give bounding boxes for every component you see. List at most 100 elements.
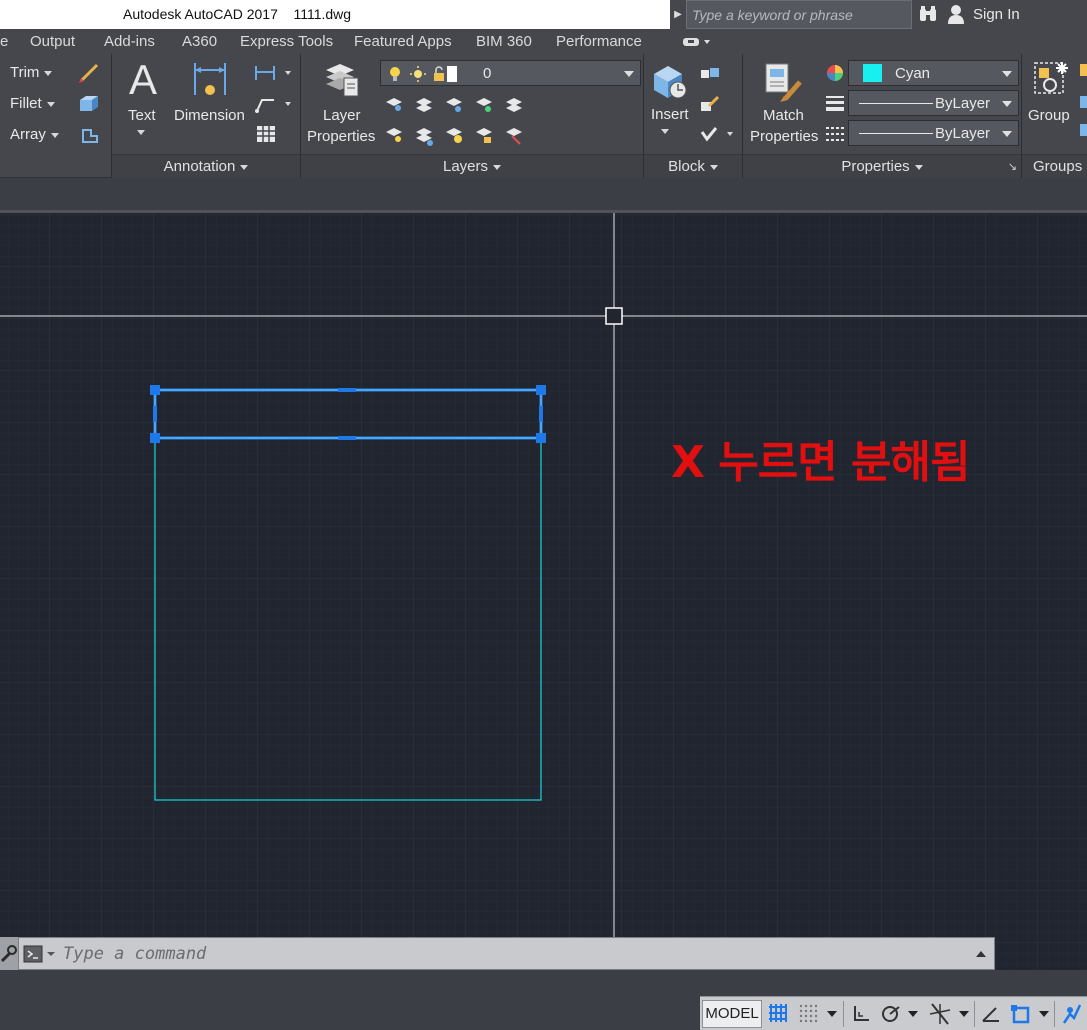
group-button[interactable]: Group	[1028, 107, 1070, 124]
tab-performance[interactable]: Performance	[556, 33, 642, 50]
grip-handle[interactable]	[536, 385, 546, 395]
fillet-button[interactable]: Fillet	[10, 95, 55, 112]
linetype-dropdown[interactable]: ByLayer	[848, 120, 1019, 146]
status-bar: MODEL	[0, 970, 1087, 1030]
tab-express-tools[interactable]: Express Tools	[240, 33, 333, 50]
file-tabs-strip	[0, 178, 1087, 210]
layer-dropdown[interactable]: 0	[380, 60, 641, 86]
annotation-panel-title[interactable]: Annotation	[112, 154, 300, 178]
command-input[interactable]	[63, 942, 943, 966]
command-line	[0, 937, 995, 970]
layer-properties-label-1[interactable]: Layer	[323, 107, 361, 124]
user-icon[interactable]	[947, 4, 965, 24]
tab-output[interactable]: Output	[30, 33, 75, 50]
group-icon[interactable]	[1032, 60, 1072, 100]
leader-icon[interactable]	[254, 92, 294, 114]
text-dropdown-caret[interactable]	[137, 130, 145, 135]
grip-handle[interactable]	[150, 433, 160, 443]
command-history-arrow-icon[interactable]	[976, 951, 986, 957]
customize-command-line-button[interactable]	[0, 937, 18, 970]
grip-handle[interactable]	[153, 406, 157, 422]
chevron-down-icon[interactable]	[958, 1010, 970, 1018]
trim-button[interactable]: Trim	[10, 64, 53, 81]
grip-handle[interactable]	[338, 388, 356, 392]
groups-panel-title[interactable]: Groups	[1022, 154, 1087, 178]
grip-handle[interactable]	[338, 436, 356, 440]
lineweight-dropdown[interactable]: ByLayer	[848, 90, 1019, 116]
lineweight-icon	[826, 96, 844, 111]
color-value: Cyan	[895, 65, 931, 82]
help-search-input[interactable]	[687, 1, 911, 28]
grid-display-icon[interactable]	[767, 1002, 789, 1024]
dimension-icon[interactable]	[192, 60, 228, 98]
ortho-mode-icon[interactable]	[850, 1002, 872, 1024]
insert-dropdown-caret[interactable]	[661, 129, 669, 134]
layer-properties-icon[interactable]	[322, 60, 362, 100]
block-panel-title[interactable]: Block	[644, 154, 742, 178]
grip-handle[interactable]	[150, 385, 160, 395]
stretch-icon[interactable]	[77, 124, 101, 146]
dimension-button[interactable]: Dimension	[174, 107, 245, 124]
array-button[interactable]: Array	[10, 126, 59, 143]
grip-handle[interactable]	[539, 406, 543, 422]
tab-add-ins[interactable]: Add-ins	[104, 33, 155, 50]
ribbon: Trim Fillet Array A Text Dimension Annot…	[0, 54, 1087, 178]
model-space[interactable]	[0, 213, 1087, 970]
dialog-launcher-icon[interactable]: ↘	[1008, 155, 1017, 179]
layer-properties-label-2[interactable]: Properties	[307, 128, 375, 145]
chevron-down-icon	[1002, 101, 1012, 107]
chevron-down-icon[interactable]	[826, 1010, 838, 1018]
status-separator	[843, 1001, 844, 1027]
text-icon[interactable]: A	[126, 60, 162, 98]
color-wheel-icon	[827, 65, 843, 81]
chevron-down-icon[interactable]	[1038, 1010, 1050, 1018]
object-snap-icon[interactable]	[1009, 1002, 1033, 1026]
text-button[interactable]: Text	[128, 107, 156, 124]
model-space-button[interactable]: MODEL	[702, 1000, 762, 1028]
help-search-box[interactable]	[686, 0, 912, 29]
major-grid	[0, 213, 1087, 970]
ribbon-display-toggle-icon[interactable]	[682, 35, 712, 49]
color-dropdown[interactable]: Cyan	[848, 60, 1019, 86]
match-properties-label-1[interactable]: Match	[763, 107, 804, 124]
object-snap-tracking-icon[interactable]	[980, 1002, 1002, 1024]
isometric-drafting-icon[interactable]	[928, 1002, 952, 1026]
sign-in-link[interactable]: Sign In	[973, 6, 1020, 23]
pencil-icon[interactable]	[77, 62, 101, 84]
tab-bim-360[interactable]: BIM 360	[476, 33, 532, 50]
drawing-canvas[interactable]: X 누르면 분해됨	[0, 210, 1087, 970]
properties-panel-title[interactable]: Properties ↘	[743, 154, 1021, 178]
tab-featured-apps[interactable]: Featured Apps	[354, 33, 452, 50]
snap-mode-icon[interactable]	[797, 1002, 819, 1024]
insert-block-icon[interactable]	[650, 60, 690, 102]
binoculars-icon[interactable]	[918, 5, 938, 23]
line-sample	[859, 133, 933, 134]
groups-more-icons[interactable]	[1080, 62, 1087, 136]
match-properties-icon[interactable]	[762, 60, 806, 104]
command-prompt-icon[interactable]	[23, 945, 59, 963]
layer-tools-icons[interactable]	[384, 94, 530, 152]
polar-tracking-icon[interactable]	[880, 1002, 902, 1024]
account-area: Sign In	[912, 0, 1087, 29]
edit-block-icon[interactable]	[699, 94, 721, 114]
match-properties-label-2[interactable]: Properties	[750, 128, 818, 145]
wrench-icon	[0, 945, 17, 963]
grip-handle[interactable]	[536, 433, 546, 443]
chevron-down-icon	[624, 71, 634, 77]
chevron-down-icon[interactable]	[907, 1010, 919, 1018]
insert-button[interactable]: Insert	[651, 106, 689, 123]
svg-text:A: A	[129, 60, 157, 98]
command-line-box[interactable]	[18, 937, 995, 970]
tab-express-partial[interactable]: e	[0, 33, 8, 50]
block-attributes-icon[interactable]	[699, 124, 737, 144]
annotation-text: X 누르면 분해됨	[671, 437, 970, 488]
solid-box-icon[interactable]	[77, 94, 101, 114]
linetype-value: ByLayer	[935, 125, 991, 142]
layers-panel-title[interactable]: Layers	[301, 154, 643, 178]
tab-a360[interactable]: A360	[182, 33, 217, 50]
table-icon[interactable]	[256, 124, 276, 144]
search-expand-button[interactable]: ▶	[670, 0, 686, 29]
create-block-icon[interactable]	[699, 64, 721, 84]
annotation-scale-icon[interactable]	[1060, 1002, 1084, 1026]
linear-dimension-icon[interactable]	[254, 62, 294, 82]
